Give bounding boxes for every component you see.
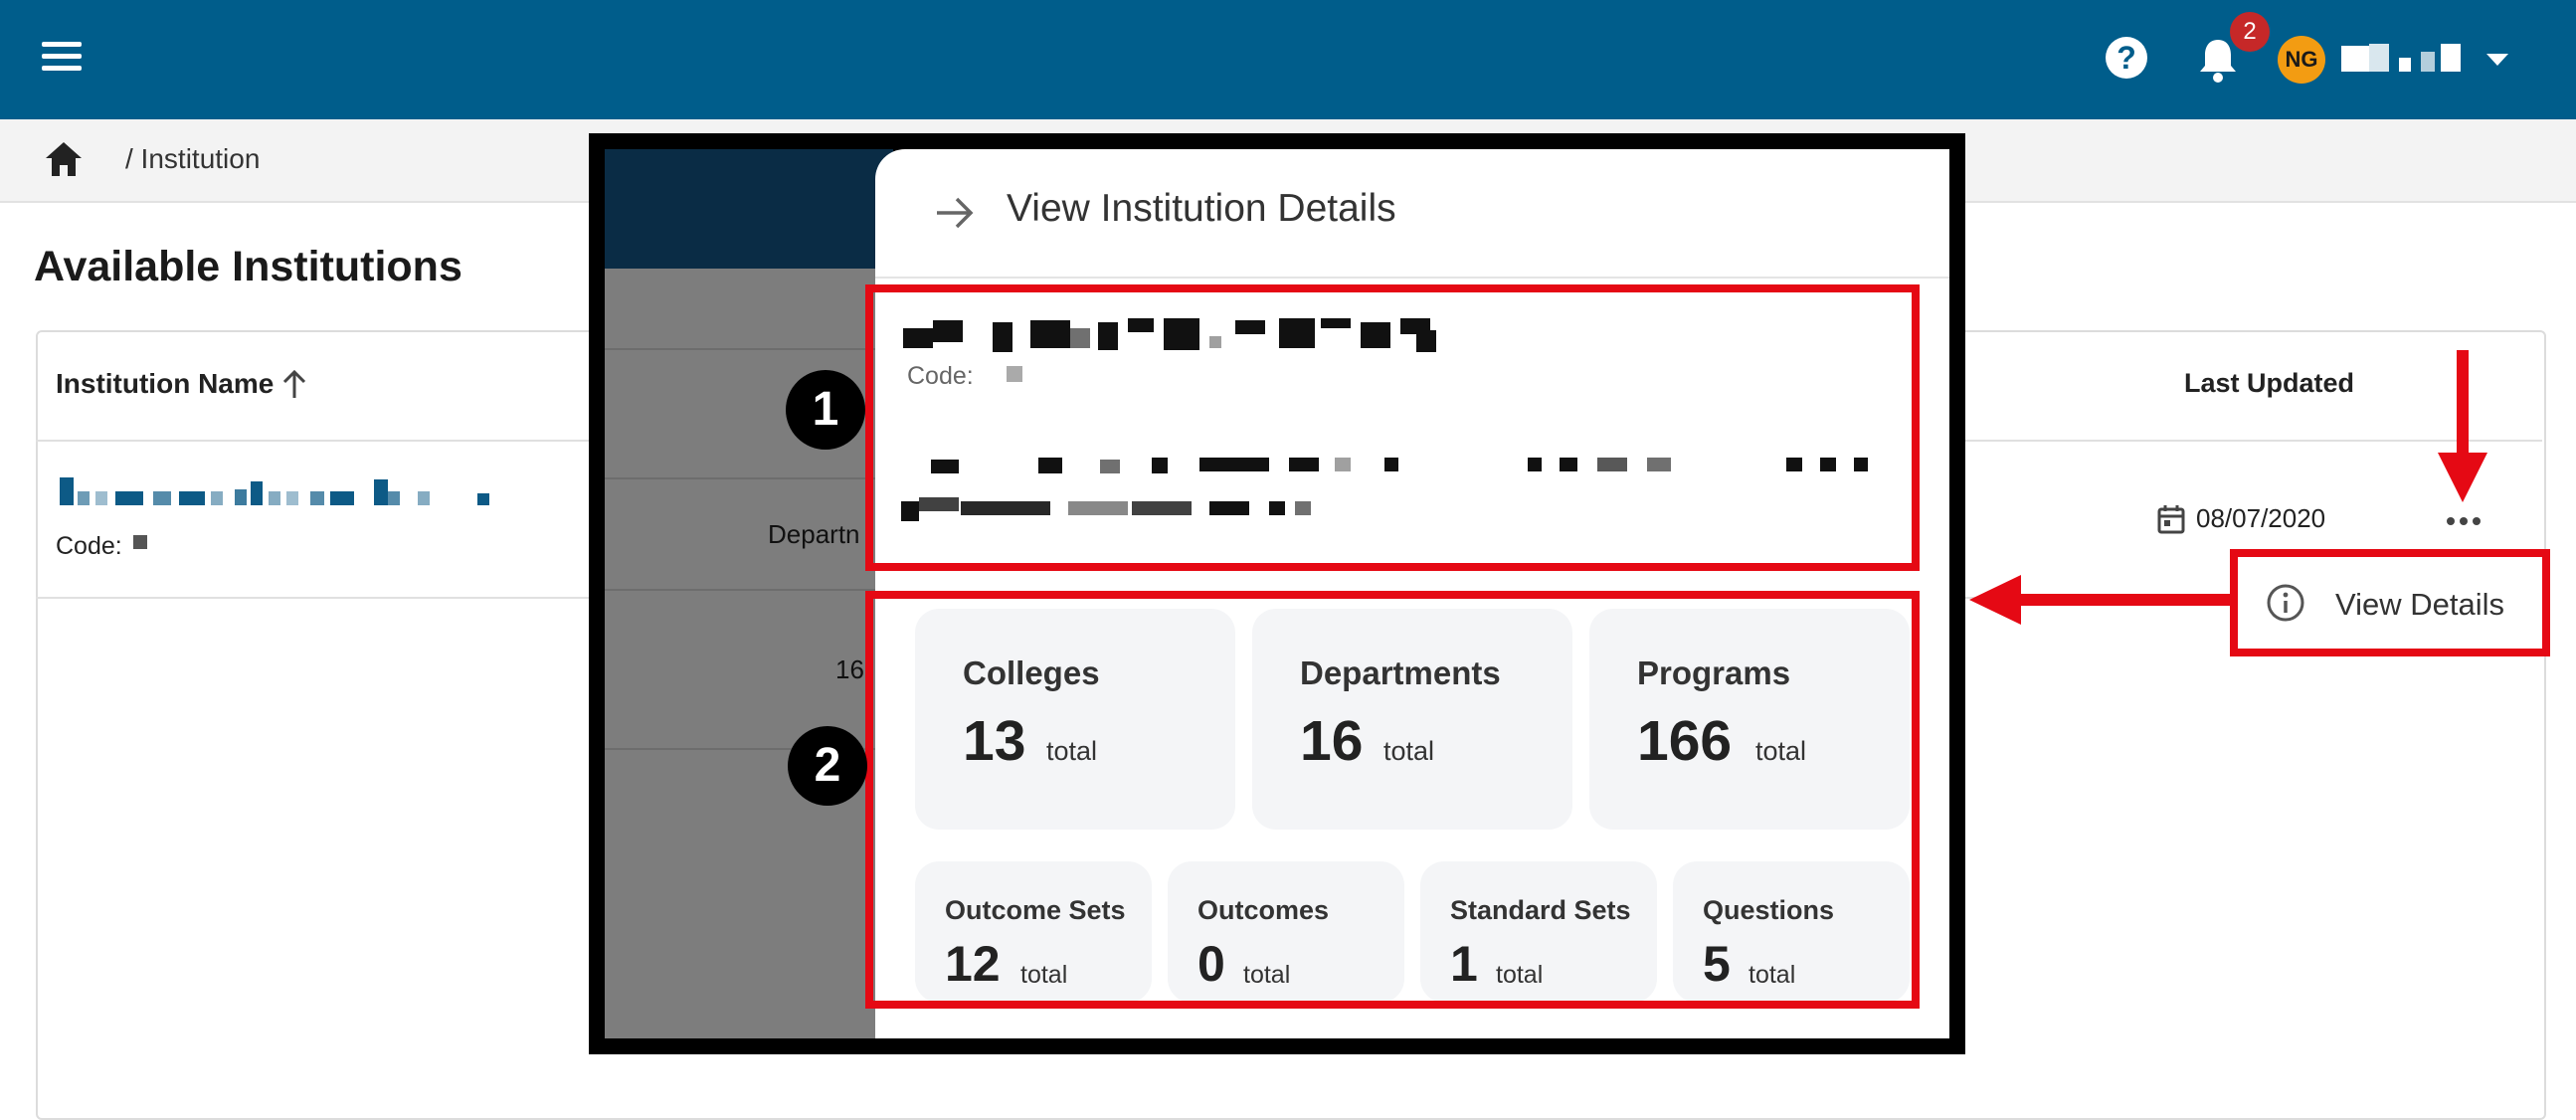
row-last-updated: 08/07/2020	[2196, 503, 2326, 533]
calendar-icon	[2157, 505, 2185, 534]
inset-partial-number: 16	[835, 654, 864, 684]
breadcrumb-current[interactable]: / Institution	[125, 143, 260, 175]
drawer-title: View Institution Details	[1007, 187, 1396, 230]
row-code-label: Code:	[56, 532, 122, 560]
callout-arrow-down-head	[2438, 453, 2487, 502]
inset-divider	[605, 348, 893, 350]
app-header	[0, 0, 2576, 119]
inset-dark-header	[605, 149, 893, 269]
institution-name-redacted[interactable]	[56, 477, 503, 507]
notification-badge: 2	[2230, 12, 2270, 52]
inset-partial-text: Departn	[768, 519, 860, 549]
callout-step-2: 2	[788, 726, 867, 806]
column-header-institution-name[interactable]: Institution Name	[56, 368, 274, 400]
user-name-redacted[interactable]	[2341, 44, 2461, 74]
inset-divider	[605, 589, 893, 591]
page-title: Available Institutions	[34, 243, 462, 290]
highlight-box-stats	[865, 591, 1920, 1009]
row-code-redacted	[133, 535, 147, 549]
caret-down-icon[interactable]	[2486, 54, 2508, 66]
callout-step-1: 1	[786, 370, 865, 450]
menu-icon[interactable]	[42, 42, 82, 72]
highlight-box-details	[865, 284, 1920, 571]
sort-up-icon[interactable]	[280, 368, 308, 400]
avatar[interactable]: NG	[2278, 36, 2325, 84]
help-icon[interactable]: ?	[2106, 37, 2147, 79]
drawer-header-divider	[875, 277, 1949, 279]
column-header-last-updated[interactable]: Last Updated	[2184, 368, 2354, 399]
arrow-right-icon[interactable]	[933, 195, 977, 231]
home-icon[interactable]	[44, 140, 84, 178]
inset-divider	[605, 477, 893, 479]
view-details-label[interactable]: View Details	[2335, 587, 2504, 623]
more-icon[interactable]	[2445, 505, 2484, 535]
info-icon	[2267, 584, 2304, 622]
callout-arrow-down	[2457, 350, 2469, 460]
callout-arrow-left-head	[1969, 575, 2021, 625]
callout-arrow-left	[2019, 594, 2232, 606]
